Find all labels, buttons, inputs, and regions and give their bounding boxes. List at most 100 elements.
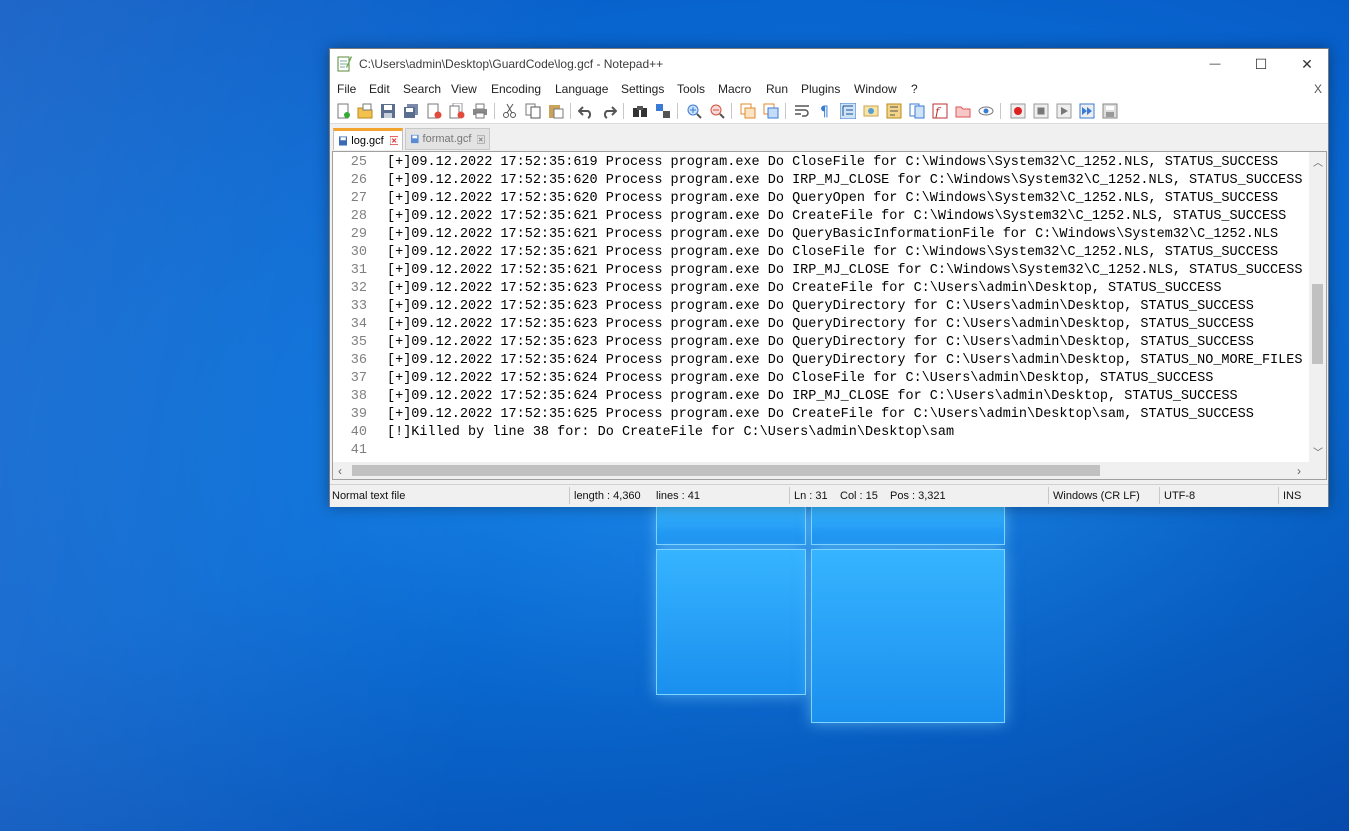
code-line[interactable]: [+]09.12.2022 17:52:35:623 Process progr… [387,298,1254,316]
document-map-icon[interactable] [886,103,902,119]
maximize-button[interactable]: ☐ [1238,49,1284,79]
show-all-characters-icon[interactable]: ¶ [817,103,833,119]
save-icon[interactable] [380,103,396,119]
word-wrap-icon[interactable] [794,103,810,119]
replace-icon[interactable] [655,103,671,119]
text-editor[interactable]: 25 26 27 28 29 30 31 32 33 34 35 36 37 38 39 40 41 [+]09… [332,151,1327,480]
menu-run[interactable]: Run [766,82,788,96]
status-eol[interactable]: Windows (CR LF) [1053,490,1140,502]
line-number: 41 [350,443,367,458]
code-line[interactable]: [+]09.12.2022 17:52:35:620 Process progr… [387,190,1278,208]
save-all-icon[interactable] [403,103,419,119]
stop-macro-icon[interactable] [1033,103,1049,119]
line-number: 32 [350,281,367,296]
line-number: 36 [350,353,367,368]
play-macro-icon[interactable] [1056,103,1072,119]
scroll-down-icon[interactable]: ﹀ [1313,444,1323,459]
find-icon[interactable] [632,103,648,119]
undo-icon[interactable] [578,103,594,119]
menu-file[interactable]: File [337,82,356,96]
status-line-number: Ln : 31 [794,490,828,502]
code-line[interactable]: [+]09.12.2022 17:52:35:621 Process progr… [387,262,1302,280]
indent-guide-icon[interactable] [840,103,856,119]
line-number: 29 [350,227,367,242]
print-icon[interactable] [472,103,488,119]
menu-view[interactable]: View [451,82,477,96]
code-line[interactable]: [+]09.12.2022 17:52:35:623 Process progr… [387,316,1254,334]
status-insert-mode[interactable]: INS [1283,490,1301,502]
code-area[interactable]: [+]09.12.2022 17:52:35:619 Process progr… [387,152,1309,462]
status-encoding[interactable]: UTF-8 [1164,490,1195,502]
line-number: 33 [350,299,367,314]
menu-help[interactable]: ? [911,82,918,96]
menu-language[interactable]: Language [555,82,608,96]
redo-icon[interactable] [601,103,617,119]
new-file-icon[interactable] [335,103,351,119]
code-line[interactable]: [+]09.12.2022 17:52:35:621 Process progr… [387,208,1286,226]
menu-search[interactable]: Search [403,82,441,96]
save-macro-icon[interactable] [1102,103,1118,119]
menu-tools[interactable]: Tools [677,82,705,96]
record-macro-icon[interactable] [1010,103,1026,119]
close-file-icon[interactable] [426,103,442,119]
paste-icon[interactable] [548,103,564,119]
document-list-icon[interactable] [909,103,925,119]
vertical-scroll-thumb[interactable] [1312,284,1323,364]
notepadpp-icon [337,56,352,72]
code-line[interactable]: [+]09.12.2022 17:52:35:624 Process progr… [387,388,1238,406]
horizontal-scrollbar[interactable]: ‹ › [333,462,1326,479]
tab-label: log.gcf [351,134,384,147]
function-list-icon[interactable]: f [932,103,948,119]
saved-file-icon [411,134,419,144]
user-defined-language-icon[interactable] [863,103,879,119]
menu-encoding[interactable]: Encoding [491,82,541,96]
menu-settings[interactable]: Settings [621,82,664,96]
vertical-scrollbar[interactable]: ︿ ﹀ [1309,152,1326,462]
title-bar[interactable]: C:\Users\admin\Desktop\GuardCode\log.gcf… [330,49,1328,79]
code-line[interactable]: [!]Killed by line 38 for: Do CreateFile … [387,424,954,442]
scroll-up-icon[interactable]: ︿ [1313,154,1323,169]
tab-log-gcf[interactable]: log.gcf [333,128,403,150]
zoom-in-icon[interactable] [686,103,702,119]
toolbar: ¶ f [330,99,1328,124]
tab-close-icon[interactable] [477,134,485,145]
tab-format-gcf[interactable]: format.gcf [405,128,490,150]
horizontal-scroll-thumb[interactable] [352,465,1100,476]
close-document-button[interactable]: X [1314,82,1322,96]
notepadpp-window: C:\Users\admin\Desktop\GuardCode\log.gcf… [329,48,1329,507]
open-file-icon[interactable] [357,103,373,119]
minimize-button[interactable]: — [1192,49,1238,79]
copy-icon[interactable] [525,103,541,119]
cut-icon[interactable] [502,103,518,119]
zoom-out-icon[interactable] [709,103,725,119]
close-all-icon[interactable] [449,103,465,119]
sync-vertical-icon[interactable] [740,103,756,119]
code-line[interactable]: [+]09.12.2022 17:52:35:623 Process progr… [387,334,1254,352]
code-line[interactable]: [+]09.12.2022 17:52:35:624 Process progr… [387,370,1213,388]
menu-macro[interactable]: Macro [718,82,751,96]
scroll-right-icon[interactable]: › [1297,464,1301,478]
scroll-left-icon[interactable]: ‹ [338,464,342,478]
run-macro-multiple-icon[interactable] [1079,103,1095,119]
code-line[interactable]: [+]09.12.2022 17:52:35:621 Process progr… [387,244,1278,262]
close-button[interactable]: ✕ [1284,49,1330,79]
menu-edit[interactable]: Edit [369,82,390,96]
line-number: 40 [350,425,367,440]
code-line[interactable]: [+]09.12.2022 17:52:35:620 Process progr… [387,172,1302,190]
sync-horizontal-icon[interactable] [763,103,779,119]
status-column: Col : 15 [840,490,878,502]
code-line[interactable]: [+]09.12.2022 17:52:35:624 Process progr… [387,352,1302,370]
menu-window[interactable]: Window [854,82,897,96]
tab-close-icon[interactable] [389,135,398,146]
status-position: Pos : 3,321 [890,490,946,502]
line-number: 31 [350,263,367,278]
folder-as-workspace-icon[interactable] [955,103,971,119]
code-line[interactable]: [+]09.12.2022 17:52:35:621 Process progr… [387,226,1278,244]
code-line[interactable]: [+]09.12.2022 17:52:35:619 Process progr… [387,154,1278,172]
code-line[interactable]: [+]09.12.2022 17:52:35:625 Process progr… [387,406,1254,424]
status-length: length : 4,360 [574,490,641,502]
menu-plugins[interactable]: Plugins [801,82,840,96]
code-line[interactable]: [+]09.12.2022 17:52:35:623 Process progr… [387,280,1221,298]
toolbar-separator [677,103,678,119]
monitoring-icon[interactable] [978,103,994,119]
